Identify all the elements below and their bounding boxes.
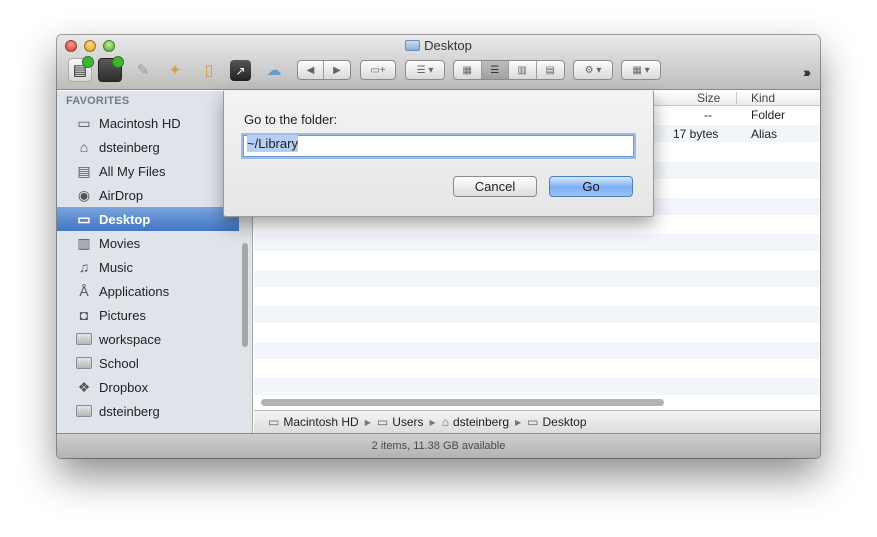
new-folder-icon: ▭+ [370, 64, 386, 76]
cloud-icon[interactable]: ☁ [262, 58, 286, 82]
sidebar-item-pictures[interactable]: ◘ Pictures [57, 303, 239, 327]
empty-row [254, 324, 820, 341]
home-icon: ⌂ [441, 415, 449, 429]
forward-button[interactable]: ▶ [324, 61, 350, 79]
notes-icon[interactable]: ✎ [131, 58, 155, 82]
hard-drive-icon: ▭ [268, 415, 280, 429]
horizontal-scrollbar[interactable] [261, 399, 664, 406]
hard-drive-icon: ▭ [77, 114, 91, 131]
column-view-button[interactable]: ▥ [509, 61, 537, 79]
icon-view-button[interactable]: ▦ [454, 61, 482, 79]
sidebar-scrollbar[interactable] [242, 243, 248, 347]
sidebar-item-airdrop[interactable]: ◉ AirDrop [57, 183, 239, 207]
status-bar: 2 items, 11.38 GB available [57, 433, 820, 458]
row-size: -- [704, 108, 712, 122]
dropbox-icon: ❖ [77, 378, 91, 395]
back-button[interactable]: ◀ [298, 61, 324, 79]
sidebar-item-school[interactable]: School [57, 351, 239, 375]
folder-icon [405, 40, 421, 51]
column-divider [736, 92, 737, 104]
empty-row [254, 252, 820, 269]
arrange-button[interactable]: ☰ ▾ [405, 60, 445, 80]
path-item-users[interactable]: Users [392, 415, 423, 429]
path-item-home[interactable]: dsteinberg [453, 415, 509, 429]
finder-window: Desktop ▤ ✎ ✦ ▯ ↗ ☁ ◀ ▶ ▭+ ☰ ▾ ▦ ☰ ▥ ▤ ⚙… [57, 35, 820, 458]
path-item-macintosh-hd[interactable]: Macintosh HD [283, 415, 358, 429]
list-view-button[interactable]: ☰ [481, 61, 509, 79]
sidebar-item-applications[interactable]: Å Applications [57, 279, 239, 303]
gear-icon: ⚙ ▾ [584, 64, 602, 76]
favorites-header: FAVORITES [66, 95, 130, 107]
folder-icon [75, 330, 93, 348]
toolbar-overflow-icon[interactable]: ››› [803, 64, 811, 80]
share-button[interactable]: ▦ ▾ [621, 60, 661, 80]
home-icon: ⌂ [79, 139, 89, 155]
folder-icon: ▭ [376, 415, 389, 429]
empty-row [254, 378, 820, 395]
camera-icon: ◘ [79, 307, 89, 323]
empty-row [254, 216, 820, 233]
go-to-folder-sheet: Go to the folder: ~/Library Cancel Go [223, 91, 654, 217]
column-size[interactable]: Size [697, 91, 720, 105]
view-mode-control: ▦ ☰ ▥ ▤ [453, 60, 565, 80]
empty-row [254, 342, 820, 359]
cancel-button[interactable]: Cancel [453, 176, 537, 197]
path-separator-icon: ▶ [515, 417, 522, 427]
empty-row [254, 360, 820, 377]
empty-row [254, 234, 820, 251]
back-forward-control: ◀ ▶ [297, 60, 351, 80]
row-kind: Folder [751, 108, 786, 122]
app-shortcut-icon[interactable]: ✦ [163, 58, 187, 82]
folder-icon [75, 402, 93, 420]
alias-arrow-icon[interactable]: ↗ [230, 60, 251, 81]
sidebar-item-dropbox[interactable]: ❖ Dropbox [57, 375, 239, 399]
folder-path-input[interactable]: ~/Library [243, 135, 634, 157]
sheet-label: Go to the folder: [244, 112, 338, 127]
sidebar-item-home[interactable]: ⌂ dsteinberg [57, 135, 239, 159]
new-folder-button[interactable]: ▭+ [360, 60, 396, 80]
empty-row [254, 270, 820, 287]
path-bar: ▭ Macintosh HD ▶ ▭ Users ▶ ⌂ dsteinberg … [254, 410, 820, 433]
sidebar-item-workspace[interactable]: workspace [57, 327, 239, 351]
film-icon: ▥ [77, 234, 91, 251]
share-icon: ▦ ▾ [632, 64, 650, 76]
row-size: 17 bytes [673, 127, 719, 141]
row-kind: Alias [751, 127, 778, 141]
airdrop-icon: ◉ [77, 186, 91, 203]
arrange-icon: ☰ ▾ [416, 64, 434, 76]
folder-path-value: ~/Library [247, 135, 298, 152]
folder-icon: ▭ [527, 415, 539, 429]
sidebar-item-desktop[interactable]: ▭ Desktop [57, 207, 239, 231]
empty-row [254, 288, 820, 305]
path-separator-icon: ▶ [364, 417, 371, 427]
sidebar-item-macintosh-hd[interactable]: ▭ Macintosh HD [57, 111, 239, 135]
window-title: Desktop [57, 38, 820, 53]
sidebar-item-all-my-files[interactable]: ▤ All My Files [57, 159, 239, 183]
sidebar-item-music[interactable]: ♫ Music [57, 255, 239, 279]
document-icon[interactable]: ▯ [197, 58, 221, 82]
sidebar-item-dsteinberg-folder[interactable]: dsteinberg [57, 399, 239, 423]
all-files-icon: ▤ [77, 162, 91, 179]
path-separator-icon: ▶ [429, 417, 436, 427]
sidebar-item-movies[interactable]: ▥ Movies [57, 231, 239, 255]
new-terminal-icon[interactable] [98, 56, 124, 82]
new-document-icon[interactable]: ▤ [68, 56, 94, 82]
go-button[interactable]: Go [549, 176, 633, 197]
desktop-icon: ▭ [77, 210, 91, 227]
folder-icon [75, 354, 93, 372]
path-item-desktop[interactable]: Desktop [543, 415, 587, 429]
music-note-icon: ♫ [78, 259, 90, 275]
applications-icon: Å [79, 283, 89, 299]
cover-flow-button[interactable]: ▤ [537, 61, 564, 79]
column-kind[interactable]: Kind [751, 91, 775, 105]
empty-row [254, 306, 820, 323]
toolbar: Desktop ▤ ✎ ✦ ▯ ↗ ☁ ◀ ▶ ▭+ ☰ ▾ ▦ ☰ ▥ ▤ ⚙… [57, 35, 820, 90]
action-button[interactable]: ⚙ ▾ [573, 60, 613, 80]
